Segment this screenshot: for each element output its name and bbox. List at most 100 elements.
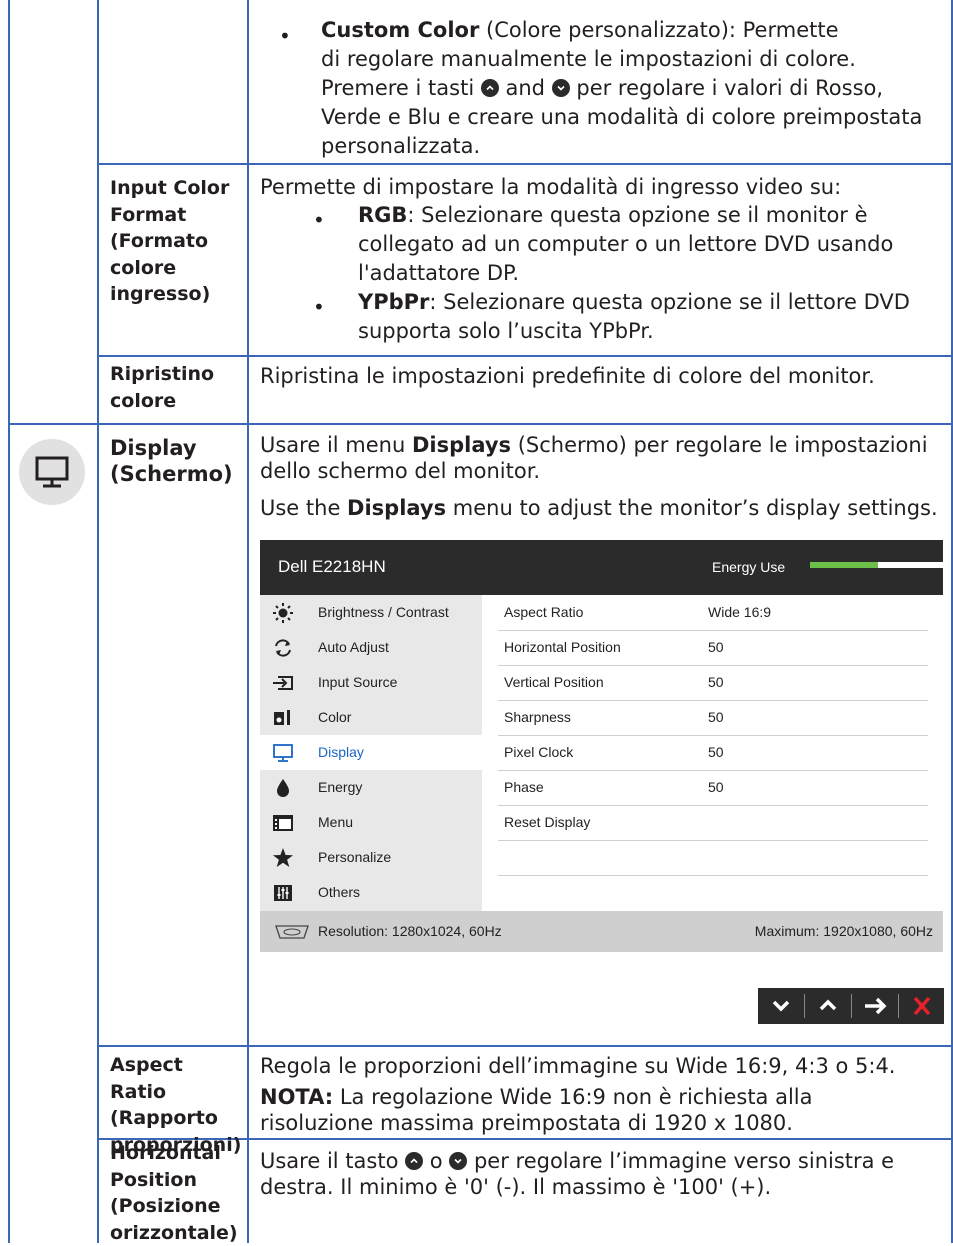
arrow-right-icon — [865, 997, 887, 1015]
osd-menu-item-label: Personalize — [318, 849, 392, 865]
row-divider — [97, 355, 953, 357]
monitor-icon — [35, 456, 69, 488]
custom-color-line: Verde e Blu e creare una modalità di col… — [321, 105, 923, 129]
custom-color-line: personalizzata. — [321, 134, 481, 158]
setting-name: Vertical Position — [504, 674, 604, 690]
osd-setting-phase[interactable]: Phase 50 — [498, 770, 928, 806]
energy-icon — [277, 779, 289, 797]
setting-name: Pixel Clock — [504, 744, 574, 760]
rgb-line: RGB: Selezionare questa opzione se il mo… — [358, 203, 868, 227]
osd-menu: Dell E2218HN Energy Use Brightness / Con… — [260, 540, 943, 952]
table-border-col1 — [97, 0, 99, 1243]
energy-use-bar — [810, 562, 878, 568]
custom-color-line: Premere i tasti and per regolare i valor… — [321, 76, 884, 100]
setting-value: 50 — [708, 709, 724, 725]
osd-menu-item-input-source[interactable]: Input Source — [260, 665, 482, 700]
right-button-icon — [449, 1152, 468, 1170]
setting-name: Horizontal Position — [504, 639, 621, 655]
bullet: • — [313, 208, 325, 232]
row-divider — [8, 423, 953, 425]
enter-button[interactable] — [852, 988, 898, 1024]
osd-setting-empty — [498, 840, 928, 876]
vga-connector-icon — [275, 925, 309, 939]
setting-name: Phase — [504, 779, 544, 795]
osd-menu-item-label: Input Source — [318, 674, 398, 690]
display-row-icon — [19, 439, 85, 505]
ypbpr-line: YPbPr: Selezionare questa opzione se il … — [358, 290, 910, 314]
osd-menu-item-label: Auto Adjust — [318, 639, 389, 655]
left-button-icon — [405, 1152, 424, 1170]
maximum-resolution-text: Maximum: 1920x1080, 60Hz — [754, 923, 933, 939]
row-divider — [97, 1045, 953, 1047]
display-desc-line: Use the Displays menu to adjust the moni… — [260, 496, 938, 520]
bullet: • — [279, 24, 291, 48]
osd-menu-item-brightness[interactable]: Brightness / Contrast — [260, 595, 482, 630]
auto-adjust-icon — [275, 639, 291, 657]
setting-name: Reset Display — [504, 814, 591, 830]
osd-menu-item-label: Display — [318, 744, 364, 760]
osd-menu-item-menu[interactable]: Menu — [260, 805, 482, 840]
input-color-format-label: Input Color Format (Formato colore ingresso) — [110, 177, 230, 305]
resolution-text: Resolution: 1280x1024, 60Hz — [318, 923, 502, 939]
osd-menu-item-label: Brightness / Contrast — [318, 604, 449, 620]
energy-use-label: Energy Use — [712, 559, 786, 575]
chevron-up-icon — [819, 999, 837, 1011]
row-divider — [97, 163, 953, 165]
ypbpr-line: supporta solo l’uscita YPbPr. — [358, 319, 654, 343]
rgb-line: l'adattatore DP. — [358, 261, 520, 285]
rgb-line: collegato ad un computer o un lettore DV… — [358, 232, 894, 256]
table-border-left — [8, 0, 10, 1243]
setting-name: Aspect Ratio — [504, 604, 584, 620]
input-color-intro: Permette di impostare la modalità di ing… — [260, 175, 842, 199]
osd-setting-reset-display[interactable]: Reset Display — [498, 805, 928, 841]
table-border-col2 — [247, 0, 249, 1243]
exit-button[interactable] — [899, 988, 945, 1024]
osd-menu-item-label: Others — [318, 884, 361, 900]
horizontal-position-label: Horizontal Position (Posizione orizzontale) — [110, 1142, 238, 1244]
aspect-ratio-note: risoluzione massima preimpostata di 1920… — [260, 1111, 793, 1135]
osd-header: Dell E2218HN Energy Use — [260, 540, 943, 595]
setting-value: 50 — [708, 744, 724, 760]
close-icon — [913, 996, 931, 1016]
osd-menu-item-label: Menu — [318, 814, 354, 830]
down-button-icon — [551, 79, 570, 97]
display-desc-line: Usare il menu Displays (Schermo) per reg… — [260, 433, 928, 457]
osd-menu-item-label: Energy — [318, 779, 363, 795]
down-button[interactable] — [758, 988, 804, 1024]
osd-menu-item-color[interactable]: Color — [260, 700, 482, 735]
osd-setting-vertical-position[interactable]: Vertical Position 50 — [498, 665, 928, 701]
osd-menu-item-personalize[interactable]: Personalize — [260, 840, 482, 875]
setting-value: 50 — [708, 779, 724, 795]
osd-setting-pixel-clock[interactable]: Pixel Clock 50 — [498, 735, 928, 771]
osd-menu-item-others[interactable]: Others — [260, 875, 482, 910]
chevron-down-icon — [772, 1000, 790, 1012]
setting-value: 50 — [708, 674, 724, 690]
osd-setting-aspect-ratio[interactable]: Aspect Ratio Wide 16:9 — [498, 595, 928, 631]
osd-setting-sharpness[interactable]: Sharpness 50 — [498, 700, 928, 736]
osd-menu-item-label: Color — [318, 709, 352, 725]
display-desc-line: dello schermo del monitor. — [260, 459, 541, 483]
bullet: • — [313, 295, 325, 319]
setting-value: Wide 16:9 — [708, 604, 772, 620]
osd-nav-buttons — [758, 988, 944, 1024]
menu-icon — [273, 815, 293, 831]
color-icon — [274, 710, 290, 725]
osd-title: Dell E2218HN — [278, 557, 386, 576]
custom-color-line: di regolare manualmente le impostazioni … — [321, 47, 856, 71]
osd-setting-horizontal-position[interactable]: Horizontal Position 50 — [498, 630, 928, 666]
input-source-icon — [273, 676, 293, 690]
aspect-ratio-note: NOTA: La regolazione Wide 16:9 non è ric… — [260, 1085, 813, 1109]
setting-value: 50 — [708, 639, 724, 655]
aspect-ratio-text: Regola le proporzioni dell’immagine su W… — [260, 1054, 896, 1078]
energy-use-bar-remaining — [878, 562, 943, 568]
osd-menu-item-display[interactable]: Display — [260, 735, 482, 770]
up-button-icon — [480, 79, 499, 97]
osd-footer: Resolution: 1280x1024, 60Hz Maximum: 192… — [260, 911, 943, 952]
osd-menu-item-auto-adjust[interactable]: Auto Adjust — [260, 630, 482, 665]
display-label: Display (Schermo) — [110, 436, 233, 486]
horizontal-position-text: Usare il tasto o per regolare l’immagine… — [260, 1149, 895, 1173]
up-button[interactable] — [805, 988, 851, 1024]
setting-name: Sharpness — [504, 709, 571, 725]
osd-menu-item-energy[interactable]: Energy — [260, 770, 482, 805]
others-icon — [274, 885, 292, 901]
